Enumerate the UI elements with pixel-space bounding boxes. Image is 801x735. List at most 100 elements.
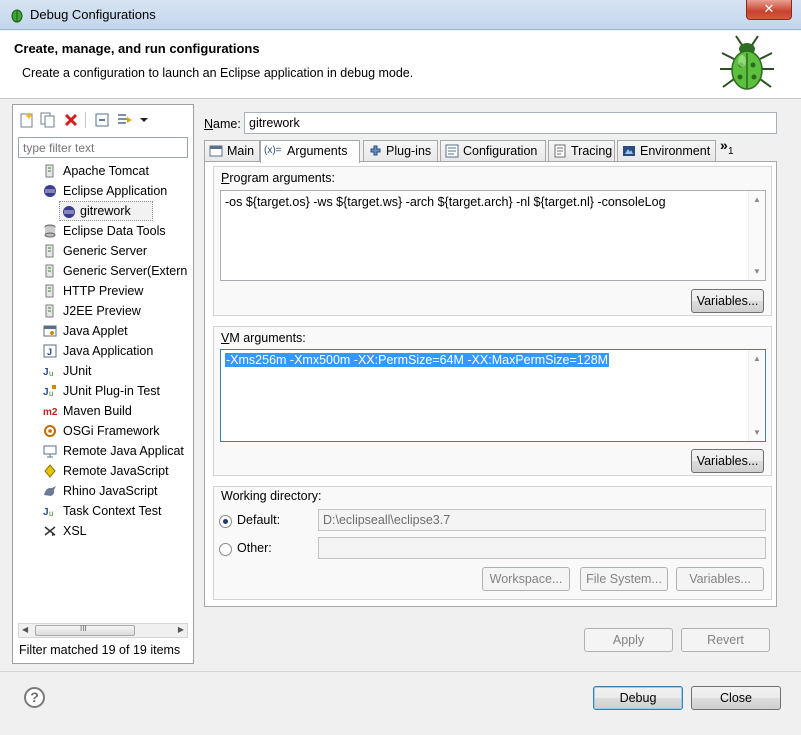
tree-item-label: XSL	[63, 524, 87, 538]
other-directory-field[interactable]	[318, 537, 766, 559]
tree-item-label: Eclipse Data Tools	[63, 224, 166, 238]
default-label: Default:	[237, 513, 281, 527]
tab-tracing[interactable]: Tracing	[548, 140, 615, 162]
java-app-icon: J	[43, 344, 57, 358]
svg-text:m2: m2	[43, 407, 58, 418]
file-system-button[interactable]: File System...	[580, 567, 668, 591]
tab-configuration[interactable]: Configuration	[440, 140, 546, 162]
working-directory-variables-button[interactable]: Variables...	[676, 567, 764, 591]
collapse-all-icon[interactable]	[93, 111, 111, 129]
tree-item-label: Task Context Test	[63, 504, 162, 518]
tab-plugins[interactable]: Plug-ins	[363, 140, 438, 162]
remote-java-icon	[43, 445, 57, 458]
window-title: Debug Configurations	[30, 7, 156, 22]
svg-text:u: u	[49, 369, 53, 378]
configuration-tabs: Main (x)= Arguments Plug-ins Configurati…	[204, 137, 777, 163]
scroll-down-icon[interactable]: ▼	[749, 267, 765, 276]
help-icon[interactable]: ?	[24, 687, 45, 708]
tab-environment[interactable]: Environment	[617, 140, 716, 162]
title-bar: Debug Configurations ✕	[0, 0, 801, 30]
tree-item-label: Java Applet	[63, 324, 128, 338]
debug-button[interactable]: Debug	[593, 686, 683, 710]
overflow-count: 1	[728, 146, 734, 157]
filter-input[interactable]	[18, 137, 188, 158]
program-arguments-text: -os ${target.os} -ws ${target.ws} -arch …	[225, 195, 666, 209]
maven-icon: m2	[43, 407, 58, 418]
name-label: Name:	[204, 117, 241, 131]
scroll-up-icon[interactable]: ▲	[749, 195, 765, 204]
apply-button[interactable]: Apply	[584, 628, 673, 652]
vm-arguments-label: VM arguments:	[221, 331, 306, 345]
tree-item-label: Remote Java Applicat	[63, 444, 184, 458]
plugin-icon	[370, 145, 381, 156]
junit-icon: Ju	[43, 367, 53, 378]
tab-label: Main	[227, 144, 255, 158]
eclipse-icon	[44, 185, 56, 197]
main-tab-icon	[209, 145, 223, 157]
configuration-name-input[interactable]: gitrework	[244, 112, 777, 134]
scroll-left-icon[interactable]: ◀	[22, 625, 28, 634]
tree-item-label: JUnit Plug-in Test	[63, 384, 161, 398]
tree-item-label: J2EE Preview	[63, 304, 141, 318]
svg-text:J: J	[43, 387, 49, 398]
other-radio[interactable]	[219, 543, 232, 556]
tree-item-label: Maven Build	[63, 404, 132, 418]
scrollbar-thumb[interactable]: III	[35, 624, 135, 636]
chevron-down-icon[interactable]	[138, 111, 150, 129]
vm-arguments-scrollbar[interactable]: ▲ ▼	[748, 350, 765, 441]
applet-icon	[43, 325, 57, 337]
tree-item-label: JUnit	[63, 364, 92, 378]
database-icon	[44, 224, 56, 238]
revert-button[interactable]: Revert	[681, 628, 770, 652]
filter-status-text: Filter matched 19 of 19 items	[19, 643, 181, 657]
svg-text:u: u	[49, 389, 53, 398]
tree-item-label: Generic Server	[63, 244, 148, 258]
svg-text:u: u	[49, 509, 53, 518]
tab-arguments[interactable]: (x)= Arguments	[260, 140, 360, 163]
program-arguments-textarea[interactable]: -os ${target.os} -ws ${target.ws} -arch …	[220, 190, 766, 281]
vm-arguments-textarea[interactable]: -Xms256m -Xmx500m -XX:PermSize=64M -XX:M…	[220, 349, 766, 442]
dialog-description: Create a configuration to launch an Ecli…	[22, 66, 414, 80]
vm-arguments-group: VM arguments: -Xms256m -Xmx500m -XX:Perm…	[213, 326, 772, 476]
window-close-button[interactable]: ✕	[746, 0, 792, 20]
debug-bug-icon	[720, 35, 774, 90]
scroll-up-icon[interactable]: ▲	[749, 354, 765, 363]
duplicate-icon[interactable]	[39, 111, 57, 129]
tree-item-label: Rhino JavaScript	[63, 484, 158, 498]
scroll-thumb-grip: III	[80, 624, 87, 633]
tabs-overflow-button[interactable]: » 1	[720, 137, 742, 162]
svg-text:J: J	[43, 507, 49, 518]
working-directory-label: Working directory:	[221, 489, 322, 503]
default-radio[interactable]	[219, 515, 232, 528]
program-arguments-label: Program arguments:	[221, 171, 335, 185]
tree-item-label: Eclipse Application	[63, 184, 168, 198]
eclipse-icon	[63, 206, 75, 218]
toolbar-separator	[85, 112, 86, 128]
tree-item-label: Generic Server(Extern	[63, 264, 188, 278]
arguments-tab-icon: (x)=	[264, 145, 282, 156]
server-icon	[45, 244, 54, 258]
vm-variables-button[interactable]: Variables...	[691, 449, 764, 473]
osgi-icon	[44, 425, 56, 437]
scroll-down-icon[interactable]: ▼	[749, 428, 765, 437]
close-button[interactable]: Close	[691, 686, 781, 710]
tab-label: Arguments	[287, 144, 348, 158]
working-directory-group: Working directory: Default: D:\eclipseal…	[213, 486, 772, 600]
delete-icon[interactable]	[62, 111, 80, 129]
new-configuration-icon[interactable]	[18, 111, 36, 129]
tab-main[interactable]: Main	[204, 140, 260, 162]
scroll-right-icon[interactable]: ▶	[178, 625, 184, 634]
tracing-icon	[554, 144, 566, 158]
task-test-icon: Ju	[43, 507, 53, 518]
tree-horizontal-scrollbar[interactable]: ◀ III ▶	[18, 623, 188, 638]
server-icon	[45, 264, 54, 278]
configuration-list-panel: Apache Tomcat Eclipse Application gitrew…	[12, 104, 194, 664]
tree-item-gitrework[interactable]: gitrework	[59, 201, 153, 221]
default-directory-field: D:\eclipseall\eclipse3.7	[318, 509, 766, 531]
svg-text:J: J	[47, 347, 52, 357]
workspace-button[interactable]: Workspace...	[482, 567, 570, 591]
program-arguments-scrollbar[interactable]: ▲ ▼	[748, 191, 765, 280]
program-variables-button[interactable]: Variables...	[691, 289, 764, 313]
tree-item-label: Java Application	[63, 344, 154, 358]
filter-icon[interactable]	[116, 111, 134, 129]
